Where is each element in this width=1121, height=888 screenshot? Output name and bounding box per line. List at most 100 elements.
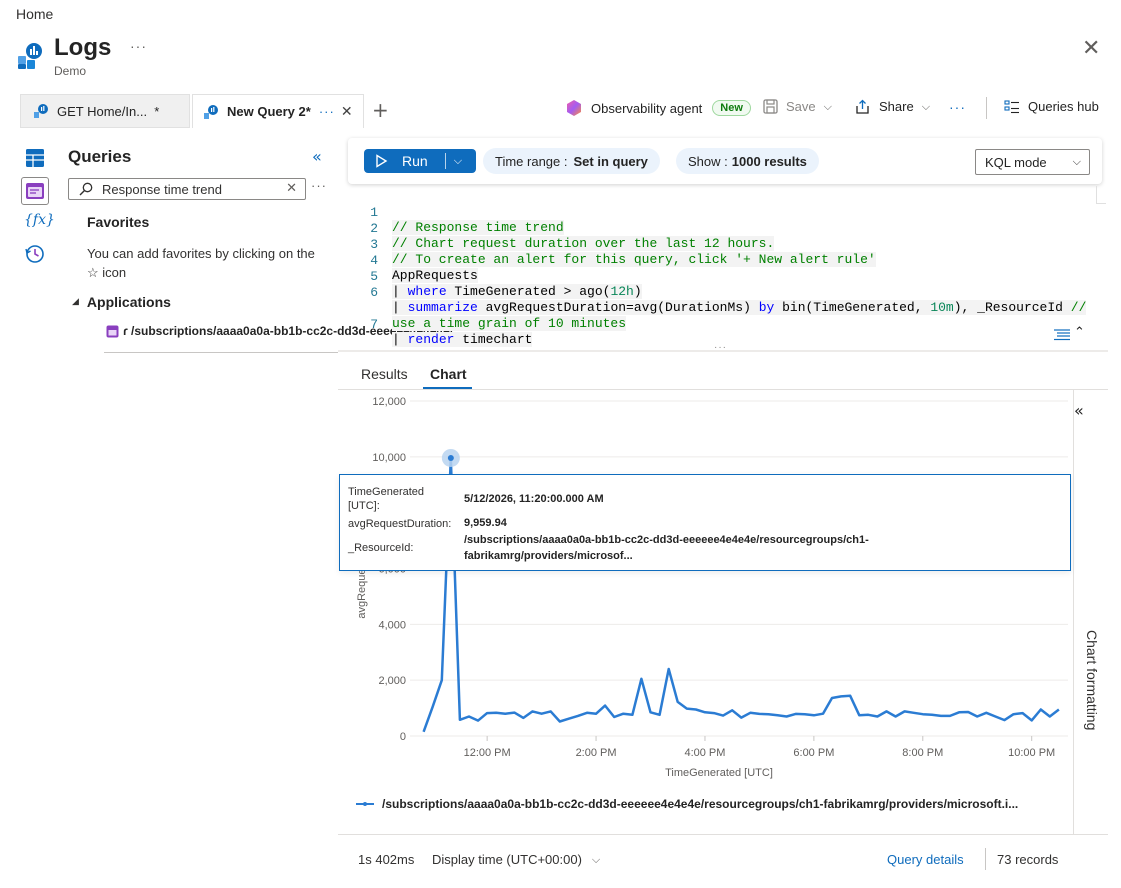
agent-label: Observability agent [591,100,703,116]
collapse-editor-icon[interactable]: ⌃ [1074,325,1085,340]
x-tick-label: 10:00 PM [1008,747,1055,759]
functions-icon[interactable]: {fx} [24,212,55,228]
code-text: | summarize avgRequestDuration=avg(Durat… [392,300,1087,315]
editor-line[interactable]: 5 | where TimeGenerated > ago(12h) [348,254,642,299]
chevron-down-icon[interactable]: ⌵ [454,154,462,168]
toolbar-divider [986,97,987,119]
tab-chart[interactable]: Chart [430,366,467,382]
code-text: | render timechart [392,332,533,347]
editor-line[interactable]: use a time grain of 10 minutes [348,286,627,331]
editor-line[interactable]: 1 // Response time trend [348,190,564,235]
save-button[interactable]: Save ⌵ [763,99,832,114]
tooltip-resource-key: _ResourceId: [348,542,414,554]
play-icon [376,154,388,168]
favorites-hint: You can add favorites by clicking on the… [87,246,315,280]
add-tab-button[interactable]: + [372,98,389,122]
toolbar-more-button[interactable]: ··· [949,99,966,115]
divider [104,352,338,353]
query-duration: 1s 402ms [358,852,415,867]
share-button[interactable]: Share ⌵ [855,99,930,114]
save-label: Save [786,99,816,114]
editor-line[interactable]: 2 // Chart request duration over the las… [348,206,775,251]
tab-label: GET Home/In... * [57,103,160,119]
header-more-button[interactable]: ··· [130,38,147,54]
tab-get-home[interactable]: GET Home/In... * [20,94,190,128]
line-number: 1 [370,205,378,220]
collapse-panel-icon[interactable]: « [312,147,322,166]
word-wrap-icon[interactable] [1053,329,1071,341]
share-label: Share [879,99,914,114]
time-range-label: Time range : [495,153,568,169]
show-label: Show : [688,153,728,169]
editor-line[interactable]: 6 | summarize avgRequestDuration=avg(Dur… [348,270,1087,315]
clear-search-icon[interactable]: ✕ [286,181,297,196]
editor-line[interactable]: 4 AppRequests [348,238,478,283]
logs-tab-icon [204,104,218,119]
kql-mode-select[interactable]: KQL mode ⌵ [975,149,1090,175]
history-icon[interactable] [24,243,46,265]
queries-more-button[interactable]: ··· [311,178,327,193]
splitter-handle[interactable]: ··· [714,342,727,353]
queries-search-input[interactable]: Response time trend ✕ [68,178,306,200]
tab-label: New Query 2* [227,104,311,119]
tooltip-time-value: 5/12/2026, 11:20:00.000 AM [464,493,604,505]
chevron-down-icon: ⌵ [591,852,601,866]
time-range-value: Set in query [573,153,648,169]
code-text: // Chart request duration over the last … [392,236,775,251]
tab-new-query-2[interactable]: New Query 2* ··· ✕ [192,94,364,128]
tab-more-button[interactable]: ··· [319,104,335,119]
query-details-link[interactable]: Query details [887,852,964,867]
editor-line[interactable]: 3 // To create an alert for this query, … [348,222,876,267]
logs-tab-icon [34,104,48,118]
resource-icon [106,325,119,337]
favorites-heading: Favorites [87,214,150,230]
run-label: Run [402,153,428,169]
code-text: // To create an alert for this query, cl… [392,252,876,267]
tooltip-resource-value: /subscriptions/aaaa0a0a-bb1b-cc2c-dd3d-e… [464,534,869,546]
footer-separator [985,848,986,870]
chart-legend[interactable]: /subscriptions/aaaa0a0a-bb1b-cc2c-dd3d-e… [356,797,1018,811]
record-count: 73 records [997,852,1059,867]
y-tick-label: 4,000 [378,619,406,631]
agent-icon [567,100,581,116]
code-text: use a time grain of 10 minutes [392,316,627,331]
queries-rail-selected[interactable] [21,177,49,205]
legend-series-label: /subscriptions/aaaa0a0a-bb1b-cc2c-dd3d-e… [382,797,1019,811]
x-tick-label: 4:00 PM [684,747,725,759]
save-icon [763,99,778,114]
line-number: 5 [370,269,378,284]
line-number: 7 [370,317,378,332]
kql-mode-value: KQL mode [985,154,1047,170]
x-axis-label: TimeGenerated [UTC] [665,767,773,779]
new-badge: New [712,100,751,116]
line-chart[interactable]: 02,0004,0006,0008,00010,00012,00012:00 P… [338,390,1073,790]
applications-group[interactable]: ◢ Applications [72,294,171,310]
x-tick-label: 8:00 PM [902,747,943,759]
time-range-pill[interactable]: Time range : Set in query [483,148,660,174]
code-text: // Response time trend [392,220,564,235]
close-icon[interactable]: ✕ [1082,36,1100,61]
table-icon[interactable] [24,147,46,169]
x-tick-label: 12:00 PM [464,747,511,759]
y-tick-label: 12,000 [372,396,406,408]
expand-panel-icon[interactable]: « [1074,401,1084,420]
search-icon [79,182,93,196]
share-icon [856,99,869,114]
editor-line[interactable]: 7 | render timechart [348,302,533,347]
hover-point [447,454,454,461]
y-tick-label: 2,000 [378,675,406,687]
tab-close-icon[interactable]: ✕ [341,104,353,120]
x-tick-label: 6:00 PM [793,747,834,759]
run-button[interactable]: Run ⌵ [364,149,476,173]
breadcrumb[interactable]: Home [16,6,53,22]
queries-hub-label: Queries hub [1028,99,1099,114]
queries-hub-button[interactable]: Queries hub [1004,99,1099,114]
tab-results[interactable]: Results [361,366,408,382]
tooltip-duration-key: avgRequestDuration: [348,518,452,530]
show-results-pill[interactable]: Show : 1000 results [676,148,819,174]
editor-scrollbar[interactable] [1096,186,1106,204]
chart-formatting-label[interactable]: Chart formatting [1084,630,1100,730]
observability-agent-button[interactable]: Observability agent New [565,99,751,117]
display-time-dropdown[interactable]: Display time (UTC+00:00) ⌵ [432,852,600,867]
tooltip-time-key: TimeGenerated [UTC]: [348,486,425,512]
